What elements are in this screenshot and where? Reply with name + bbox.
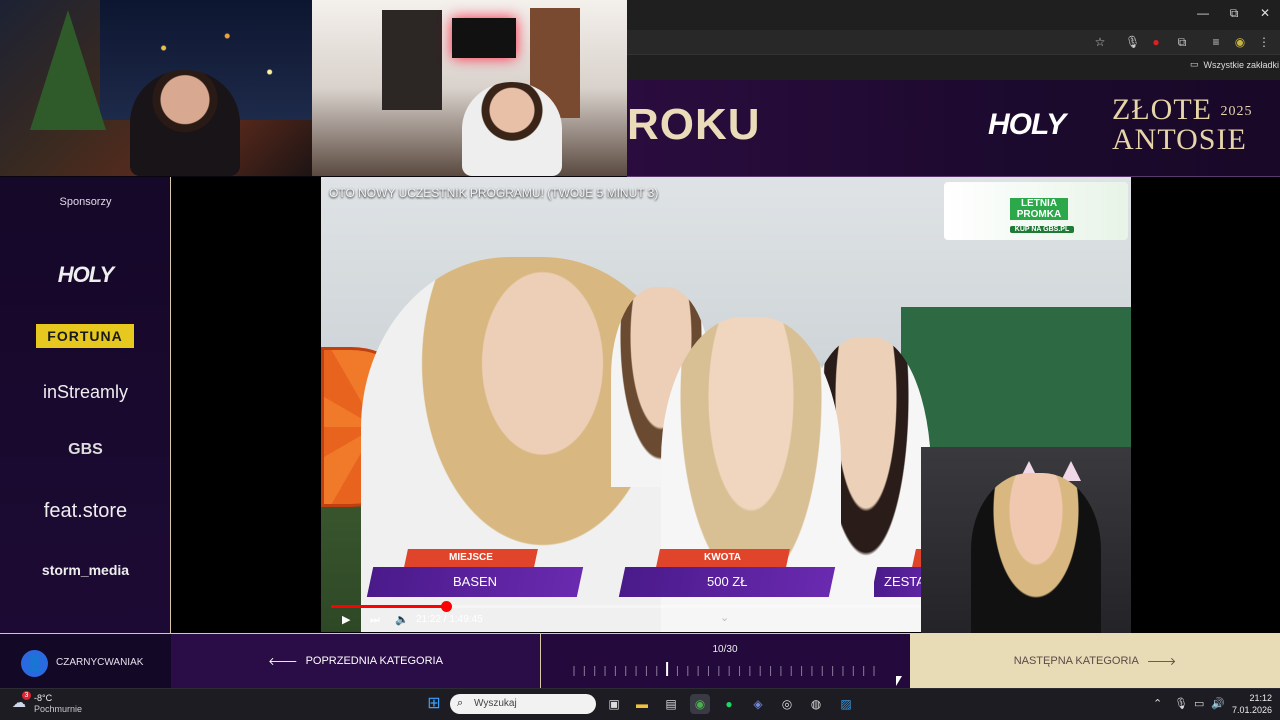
chevron-down-icon[interactable]: ⌄ <box>720 610 729 626</box>
play-icon[interactable]: ▶ <box>342 612 350 628</box>
browser-toolbar: ☆ 🎙 ● ⧉ ≡ ◉ ⋮ <box>627 30 1280 54</box>
next-category-button[interactable]: NASTĘPNA KATEGORIA 🡒 <box>910 633 1280 688</box>
taskbar-search-input[interactable]: Wyszukaj <box>450 694 596 714</box>
room-shelf <box>382 10 442 110</box>
event-logo: ZŁOTE 2025 ANTOSIE <box>1112 93 1253 157</box>
menu-kebab-icon[interactable]: ⋮ <box>1257 35 1271 49</box>
sponsor-gbs-logo: GBS <box>68 441 103 458</box>
banner-title-fragment: ROKU <box>627 100 761 149</box>
webcam-feed-overlay <box>921 447 1131 633</box>
weather-description: Pochmurnie <box>34 704 83 714</box>
store-icon[interactable]: ▤ <box>661 694 681 714</box>
category-progress-ticks <box>573 662 875 676</box>
video-progress-handle[interactable] <box>441 601 453 612</box>
star-bookmark-icon[interactable]: ☆ <box>1093 35 1107 49</box>
volume-icon[interactable]: 🔈 <box>395 612 409 628</box>
arrow-left-icon: 🡐 <box>268 656 298 668</box>
record-extension-icon[interactable]: ● <box>1149 35 1163 49</box>
time-display: 21:22 / 1:49:45 <box>416 614 483 625</box>
profile-avatar-icon[interactable]: ◉ <box>1233 35 1247 49</box>
chrome-icon[interactable]: ◉ <box>690 694 710 714</box>
search-icon: ⌕ <box>457 697 464 709</box>
task-view-icon[interactable]: ▣ <box>604 694 624 714</box>
next-video-icon[interactable]: ⏭ <box>370 612 380 628</box>
mouse-cursor <box>896 676 902 686</box>
ad-line1: LETNIA <box>1010 198 1068 209</box>
sponsor-featstore-logo: feat.store <box>43 500 128 522</box>
all-bookmarks-button[interactable]: ▭ Wszystkie zakładki <box>1190 59 1279 70</box>
ad-line2: PROMKA <box>1010 209 1068 220</box>
ad-cta: KUP NA GBS.PL <box>1010 226 1074 233</box>
streamer-person <box>971 473 1101 633</box>
file-explorer-icon[interactable]: ▬ <box>632 694 652 714</box>
video-title[interactable]: OTO NOWY UCZESTNIK PROGRAMU! (TWOJE 5 MI… <box>329 186 658 200</box>
lower-third-place: MIEJSCE BASEN <box>366 549 584 601</box>
extensions-puzzle-icon[interactable]: ⧉ <box>1175 35 1189 49</box>
clock-date[interactable]: 7.01.2026 <box>1226 705 1272 715</box>
sports-field <box>901 307 1131 447</box>
user-avatar-icon[interactable]: 👤 <box>21 650 48 677</box>
sponsor-stormmedia-logo: storm_media <box>41 562 130 578</box>
network-icon[interactable]: ▭ <box>1194 697 1204 710</box>
clock-time[interactable]: 21:12 <box>1244 693 1272 703</box>
speaker-icon[interactable]: 🔊 <box>1211 697 1225 710</box>
discord-icon[interactable]: ◈ <box>748 694 768 714</box>
sponsor-fortuna-logo: FORTUNA <box>36 324 134 348</box>
sponsors-heading: Sponsorzy <box>59 196 112 208</box>
maximize-button[interactable]: ⧉ <box>1227 6 1241 20</box>
lower-third-amount: KWOTA 500 ZŁ <box>618 549 836 601</box>
arrow-right-icon: 🡒 <box>1146 655 1177 668</box>
sponsor-holy-logo: HOLY <box>57 262 114 287</box>
weather-badge: 3 <box>22 691 31 700</box>
minimize-button[interactable]: — <box>1196 6 1210 20</box>
weather-temperature: -8°C <box>34 693 53 703</box>
windows-start-icon[interactable]: ⊞ <box>424 694 444 714</box>
holy-logo: HOLY <box>988 108 1066 141</box>
lower-third-set: ZESTA <box>874 549 921 601</box>
chevron-up-icon[interactable]: ⌃ <box>1153 697 1162 710</box>
category-counter: 10/30 <box>712 644 738 655</box>
obs-icon[interactable]: ◍ <box>806 694 826 714</box>
streamer-person <box>462 82 562 176</box>
previous-category-button[interactable]: 🡐 POPRZEDNIA KATEGORIA <box>171 633 540 688</box>
category-progress-panel <box>540 633 910 688</box>
bookmarks-bar <box>627 54 1280 80</box>
spotify-icon[interactable]: ● <box>719 694 739 714</box>
media-control-icon[interactable]: ≡ <box>1209 35 1223 49</box>
webcam-feed-center <box>312 0 627 176</box>
christmas-tree <box>30 10 106 130</box>
room-tv <box>452 18 516 58</box>
browser-tab-strip: — ⧉ ✕ <box>627 0 1280 30</box>
close-window-button[interactable]: ✕ <box>1258 6 1272 20</box>
streamer-person <box>130 70 240 176</box>
folder-icon: ▭ <box>1190 59 1199 69</box>
sponsor-instreamly-logo: inStreamly <box>42 382 129 402</box>
steam-icon[interactable]: ◎ <box>777 694 797 714</box>
extension-icon[interactable]: 🎙 <box>1125 35 1140 49</box>
microphone-icon[interactable]: 🎙 <box>1174 697 1188 710</box>
webcam-feed-left <box>0 0 312 176</box>
username-label: CZARNYCWANIAK <box>56 657 144 668</box>
video-progress-fill <box>331 605 447 608</box>
photos-icon[interactable]: ▨ <box>836 694 856 714</box>
